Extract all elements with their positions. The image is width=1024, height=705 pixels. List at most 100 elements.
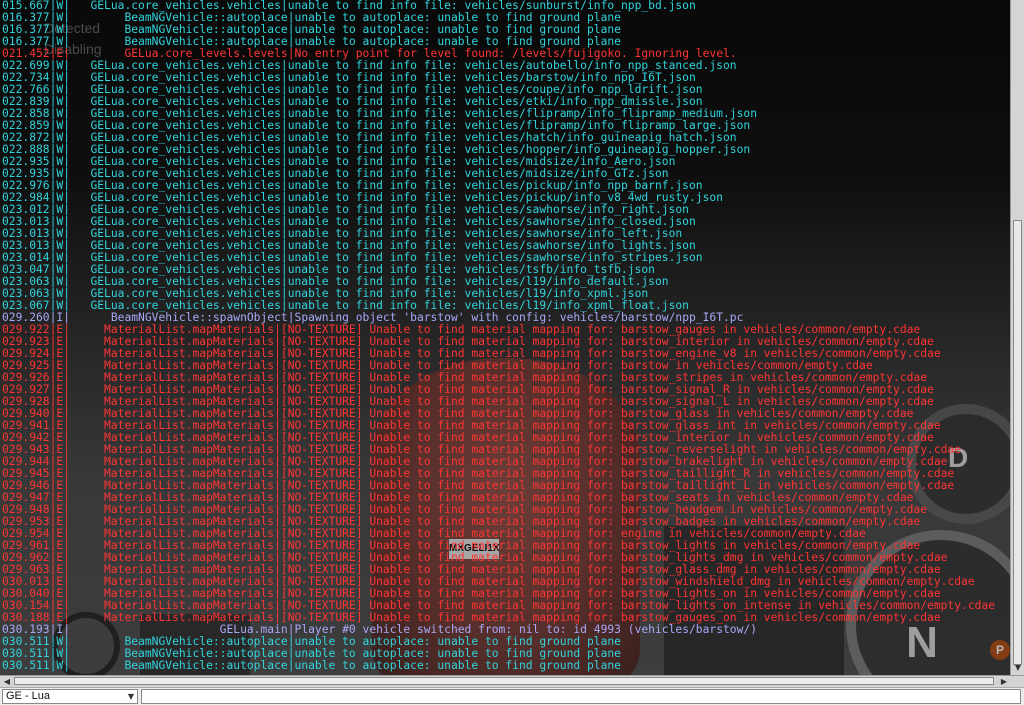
log-source: GELua.core_vehicles.vehicles [70, 180, 281, 192]
scroll-right-arrow-icon[interactable]: ▶ [998, 676, 1010, 687]
log-line: 030.193|I| GELua.main|Player #0 vehicle … [0, 624, 1010, 636]
console-command-input[interactable] [141, 689, 1021, 704]
log-line: 022.699|W| GELua.core_vehicles.vehicles|… [0, 60, 1010, 72]
log-message: [NO-TEXTURE] Unable to find material map… [280, 348, 941, 360]
log-separator: | [280, 264, 288, 276]
log-separator: | [274, 552, 281, 564]
log-timestamp: 029.925 [2, 360, 50, 372]
vertical-scrollbar-thumb[interactable] [1013, 220, 1022, 665]
log-source: GELua.core_vehicles.vehicles [70, 132, 281, 144]
horizontal-scrollbar[interactable]: ◀ ▶ [0, 675, 1024, 687]
log-line: 022.888|W| GELua.core_vehicles.vehicles|… [0, 144, 1010, 156]
log-source: GELua.core_vehicles.vehicles [70, 60, 281, 72]
log-line: 029.260|I| BeamNGVehicle::spawnObject|Sp… [0, 312, 1010, 324]
log-line: 016.377|W| BeamNGVehicle::autoplace|unab… [0, 24, 1010, 36]
log-separator: | [274, 492, 281, 504]
log-line: 030.188|E| MaterialList.mapMaterials|[NO… [0, 612, 1010, 624]
log-message: [NO-TEXTURE] Unable to find material map… [280, 468, 955, 480]
log-source: MaterialList.mapMaterials [70, 420, 275, 432]
log-line: 030.511|W| BeamNGVehicle::autoplace|unab… [0, 648, 1010, 660]
log-timestamp: 030.511 [2, 648, 50, 660]
log-timestamp: 015.667 [2, 0, 50, 12]
log-separator: | [274, 480, 281, 492]
log-source: MaterialList.mapMaterials [70, 528, 275, 540]
log-timestamp: 022.872 [2, 132, 50, 144]
log-message: [NO-TEXTURE] Unable to find material map… [280, 504, 928, 516]
log-message: [NO-TEXTURE] Unable to find material map… [280, 480, 955, 492]
log-timestamp: 029.963 [2, 564, 50, 576]
console-log[interactable]: 015.667|W| GELua.core_vehicles.vehicles|… [0, 0, 1010, 675]
log-source: MaterialList.mapMaterials [70, 324, 275, 336]
log-separator: | [274, 528, 281, 540]
log-timestamp: 022.976 [2, 180, 50, 192]
log-separator: | [274, 444, 281, 456]
log-timestamp: 029.944 [2, 456, 50, 468]
log-separator: | [274, 564, 281, 576]
log-timestamp: 029.942 [2, 432, 50, 444]
log-source: MaterialList.mapMaterials [70, 360, 275, 372]
horizontal-scrollbar-thumb[interactable] [14, 677, 994, 685]
log-line: 016.377|W| BeamNGVehicle::autoplace|unab… [0, 12, 1010, 24]
log-line: 029.927|E| MaterialList.mapMaterials|[NO… [0, 384, 1010, 396]
log-line: 029.948|E| MaterialList.mapMaterials|[NO… [0, 504, 1010, 516]
log-timestamp: 022.858 [2, 108, 50, 120]
scroll-left-arrow-icon[interactable]: ◀ [1, 676, 13, 687]
log-timestamp: 029.923 [2, 336, 50, 348]
log-source: BeamNGVehicle::autoplace [70, 36, 288, 48]
log-message: unable to autoplace: unable to find grou… [294, 636, 621, 648]
log-separator: | [274, 588, 281, 600]
log-source: BeamNGVehicle::autoplace [70, 660, 288, 672]
log-timestamp: 030.193 [2, 624, 50, 636]
log-source: MaterialList.mapMaterials [70, 564, 275, 576]
log-timestamp: 030.511 [2, 660, 50, 672]
log-line: 021.452|E| GELua.core_levels.levels|No e… [0, 48, 1010, 60]
log-line: 023.013|W| GELua.core_vehicles.vehicles|… [0, 240, 1010, 252]
log-source: MaterialList.mapMaterials [70, 480, 275, 492]
log-message: unable to find info file: vehicles/tsfb/… [287, 264, 655, 276]
log-message: unable to find info file: vehicles/sawho… [287, 204, 689, 216]
log-timestamp: 023.063 [2, 288, 50, 300]
log-separator: | [280, 108, 288, 120]
log-line: 029.942|E| MaterialList.mapMaterials|[NO… [0, 432, 1010, 444]
log-separator: | [280, 216, 288, 228]
log-timestamp: 021.452 [2, 48, 50, 60]
log-line: 029.940|E| MaterialList.mapMaterials|[NO… [0, 408, 1010, 420]
log-separator: | [280, 84, 288, 96]
log-source: MaterialList.mapMaterials [70, 492, 275, 504]
log-line: 023.012|W| GELua.core_vehicles.vehicles|… [0, 204, 1010, 216]
log-line: 029.947|E| MaterialList.mapMaterials|[NO… [0, 492, 1010, 504]
log-message: [NO-TEXTURE] Unable to find material map… [280, 456, 948, 468]
log-message: unable to find info file: vehicles/autob… [287, 60, 737, 72]
log-timestamp: 030.013 [2, 576, 50, 588]
log-message: unable to find info file: vehicles/l19/i… [287, 276, 669, 288]
lua-context-select[interactable]: GE - Lua ▼ [2, 689, 138, 704]
log-line: 029.925|E| MaterialList.mapMaterials|[NO… [0, 360, 1010, 372]
log-line: 022.935|W| GELua.core_vehicles.vehicles|… [0, 156, 1010, 168]
log-separator: | [274, 372, 281, 384]
log-source: MaterialList.mapMaterials [70, 384, 275, 396]
log-message: unable to find info file: vehicles/picku… [287, 192, 723, 204]
log-timestamp: 029.924 [2, 348, 50, 360]
log-line: 023.013|W| GELua.core_vehicles.vehicles|… [0, 228, 1010, 240]
log-message: [NO-TEXTURE] Unable to find material map… [280, 600, 996, 612]
log-source: GELua.core_vehicles.vehicles [70, 120, 281, 132]
scroll-down-arrow-icon[interactable]: ▼ [1012, 661, 1024, 674]
log-source: MaterialList.mapMaterials [70, 552, 275, 564]
log-separator: | [287, 12, 295, 24]
log-separator: | [280, 204, 288, 216]
log-timestamp: 022.699 [2, 60, 50, 72]
log-separator: | [280, 192, 288, 204]
log-source: MaterialList.mapMaterials [70, 348, 275, 360]
log-message: unable to find info file: vehicles/etki/… [287, 96, 703, 108]
log-separator: | [274, 420, 281, 432]
vertical-scrollbar[interactable]: ▼ [1010, 0, 1024, 675]
log-source: GELua.core_vehicles.vehicles [70, 156, 281, 168]
log-message: unable to find info file: vehicles/l19/i… [287, 288, 649, 300]
log-timestamp: 029.947 [2, 492, 50, 504]
log-source: GELua.core_levels.levels [70, 48, 288, 60]
log-message: [NO-TEXTURE] Unable to find material map… [280, 612, 941, 624]
log-line: 022.839|W| GELua.core_vehicles.vehicles|… [0, 96, 1010, 108]
log-line: 029.923|E| MaterialList.mapMaterials|[NO… [0, 336, 1010, 348]
log-separator: | [280, 228, 288, 240]
log-separator: | [280, 144, 288, 156]
